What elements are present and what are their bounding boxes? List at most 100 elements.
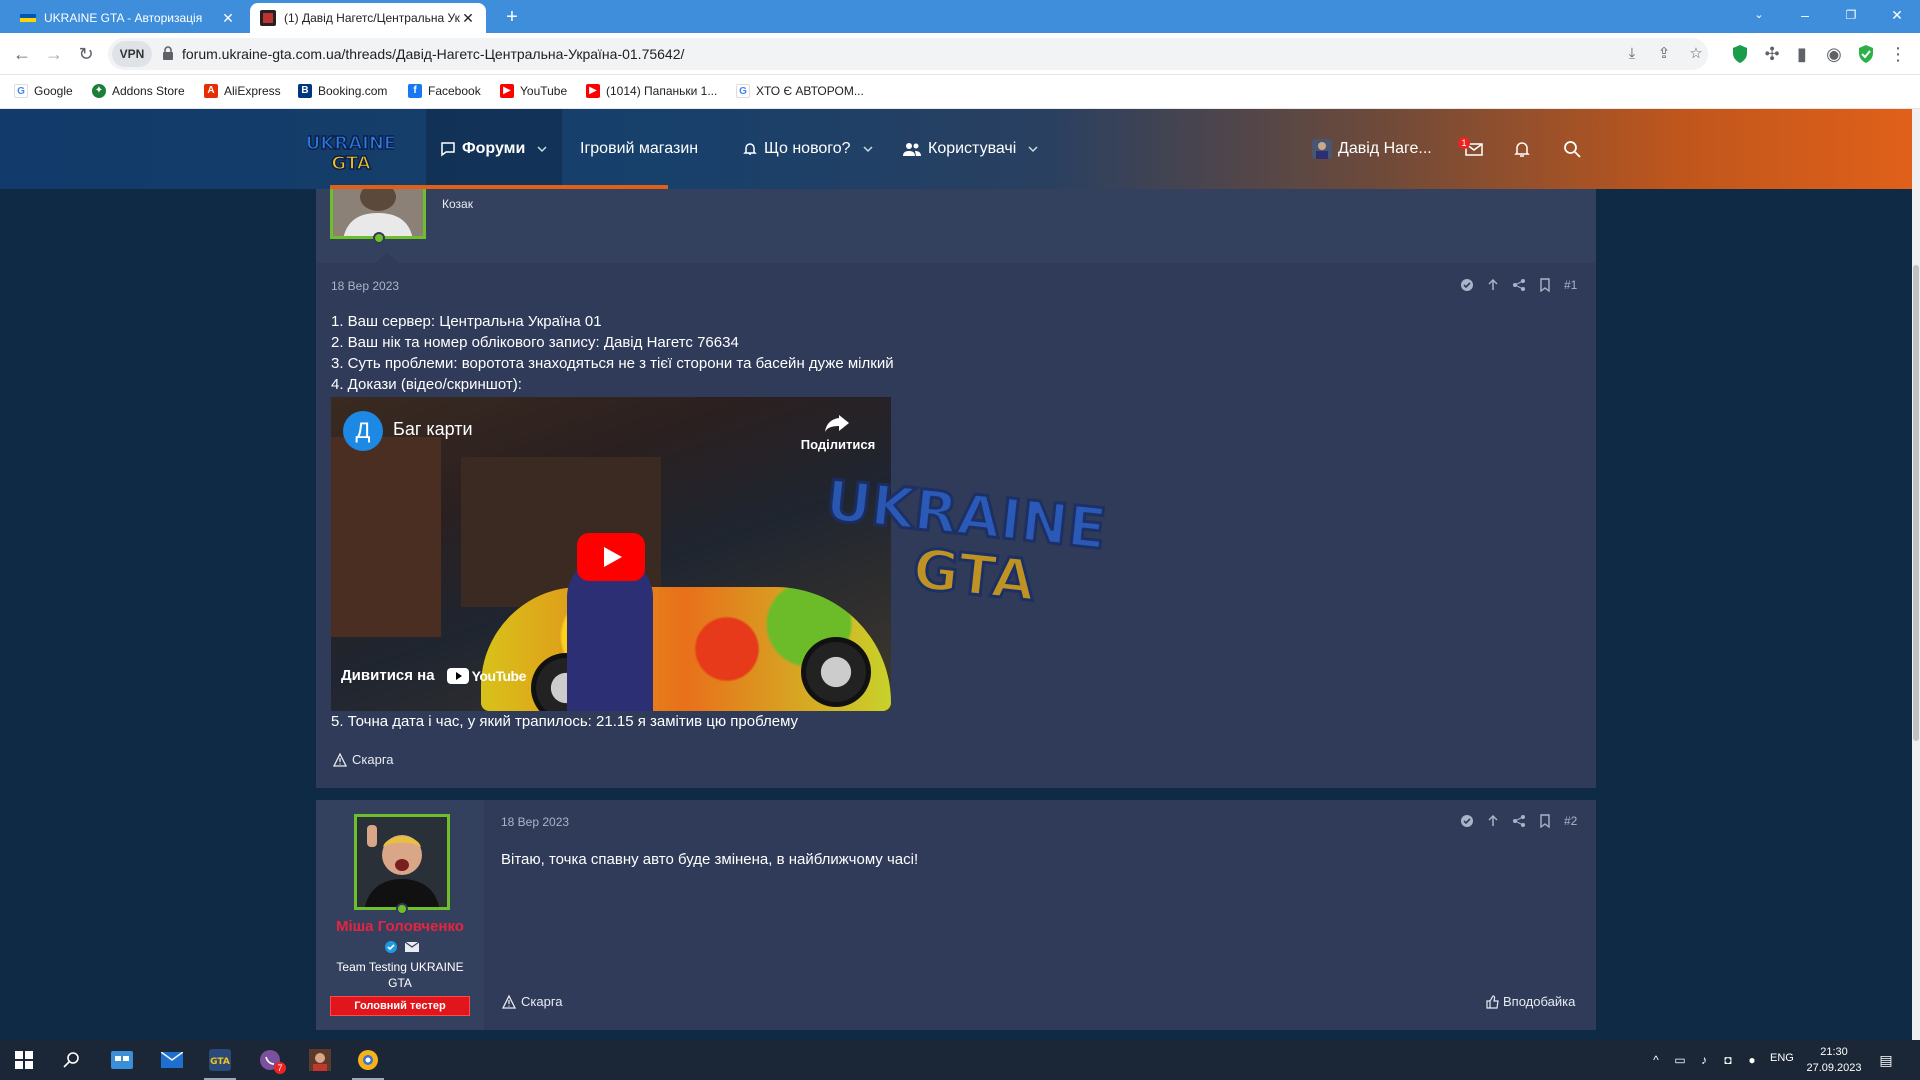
nav-game-store[interactable]: Ігровий магазин [580,109,698,189]
url-text[interactable]: forum.ukraine-gta.com.ua/threads/Давід-Н… [182,46,684,62]
close-tab-icon[interactable]: ✕ [460,10,476,27]
post1-date[interactable]: 18 Вер 2023 [331,279,399,293]
share-icon[interactable]: ⇪ [1654,44,1674,64]
minimize-icon[interactable]: – [1782,0,1828,30]
close-window-icon[interactable]: ✕ [1874,0,1920,30]
reload-icon[interactable]: ↻ [74,42,98,66]
envelope-icon[interactable] [404,940,420,954]
security-check-icon[interactable] [1854,42,1878,66]
bookmark-aliexpress[interactable]: A AliExpress [204,84,281,98]
input-language[interactable]: ENG [1770,1052,1794,1064]
address-bar[interactable]: VPN forum.ukraine-gta.com.ua/threads/Дав… [108,38,1708,70]
account-menu[interactable]: Давід Наге... [1312,109,1432,189]
bookmark-youtube[interactable]: ▶ YouTube [500,84,567,98]
nav-forums[interactable]: Форуми [426,109,562,189]
post2-like-button[interactable]: Вподобайка [1486,994,1575,1009]
close-tab-icon[interactable]: ✕ [220,10,236,27]
share-icon[interactable] [1512,814,1526,828]
youtube-logo: YouTube [446,667,526,684]
taskbar-browser-app[interactable] [344,1040,392,1080]
post2-number-link[interactable]: #2 [1564,814,1577,828]
side-panel-icon[interactable]: ▮ [1790,42,1814,66]
share-icon[interactable] [1512,278,1526,292]
bookmark-google[interactable]: G Google [14,84,73,98]
facebook-icon: f [408,84,422,98]
profile-icon[interactable]: ◉ [1822,42,1846,66]
post1-report-link[interactable]: Скарга [333,752,394,767]
start-button[interactable] [0,1040,48,1080]
channel-avatar[interactable]: Д [343,411,383,451]
page-scrollbar[interactable] [1912,109,1920,1040]
windows-taskbar: GTA 7 ^ ▭ ♪ ◘ ● ENG 21:30 27.09.2023 ▤ [0,1040,1920,1080]
youtube-embed[interactable]: Д Баг карти Поділитися Дивитися на YouTu… [331,397,891,711]
browser-icon [358,1050,378,1070]
play-button-icon[interactable] [577,533,645,581]
bookmark-youtube-2[interactable]: ▶ (1014) Папаньки 1... [586,84,717,98]
bookmark-star-icon[interactable]: ☆ [1686,44,1706,64]
forward-icon[interactable]: → [42,42,66,66]
tab-ukraine-gta-login[interactable]: UKRAINE GTA - Авторизація ✕ [10,3,246,33]
new-tab-button[interactable]: + [498,4,526,30]
svg-text:GTA: GTA [910,537,1039,608]
tray-overflow-icon[interactable]: ^ [1646,1050,1666,1070]
microphone-icon[interactable]: ● [1742,1050,1762,1070]
watch-on-youtube[interactable]: Дивитися на YouTube [341,667,526,684]
arrow-up-icon[interactable] [1486,814,1500,828]
taskbar-mail-app[interactable] [148,1040,196,1080]
post2-report-link[interactable]: Скарга [502,994,563,1009]
post2-username[interactable]: Міша Головченко [316,918,484,935]
network-icon[interactable]: ▭ [1670,1050,1690,1070]
youtube-icon: ▶ [500,84,514,98]
lock-icon[interactable] [162,46,174,60]
restore-icon[interactable]: ❐ [1828,0,1874,30]
video-share-button[interactable]: Поділитися [793,411,883,459]
search-icon[interactable] [1562,139,1582,159]
tab-thread[interactable]: (1) Давід Нагетс/Центральна Ук ✕ [250,3,486,33]
chevron-down-icon[interactable] [863,144,873,154]
bookmark-icon[interactable] [1538,278,1552,292]
bookmark-google-2[interactable]: G ХТО Є АВТОРОМ... [736,84,864,98]
scrollbar-thumb[interactable] [1913,265,1919,741]
camera-icon[interactable]: ◘ [1718,1050,1738,1070]
notifications-icon[interactable]: ▤ [1876,1050,1896,1070]
ukraine-gta-logo[interactable]: UKRAINE GTA [308,129,394,173]
taskbar-store-app[interactable] [98,1040,146,1080]
back-icon[interactable]: ← [10,42,34,66]
alerts-bell-icon[interactable] [1512,139,1532,159]
ukraine-gta-watermark: UKRAINE GTA [822,474,1106,608]
taskbar-clock[interactable]: 21:30 27.09.2023 [1800,1044,1868,1076]
browser-toolbar: ← → ↻ VPN forum.ukraine-gta.com.ua/threa… [0,33,1920,75]
taskbar-game-app[interactable] [296,1040,344,1080]
bookmark-booking[interactable]: B Booking.com [298,84,387,98]
install-app-icon[interactable]: ⤓ [1622,44,1642,64]
check-circle-icon[interactable] [1460,814,1474,828]
extensions-icon[interactable]: ✣ [1760,42,1784,66]
chevron-down-icon[interactable] [537,144,547,154]
nav-users[interactable]: Користувачі [902,109,1038,189]
post2-date[interactable]: 18 Вер 2023 [501,815,569,829]
volume-icon[interactable]: ♪ [1694,1050,1714,1070]
bookmark-facebook[interactable]: f Facebook [408,84,481,98]
arrow-up-icon[interactable] [1486,278,1500,292]
browser-menu-icon[interactable]: ⋮ [1886,42,1910,66]
aliexpress-icon: A [204,84,218,98]
vpn-button[interactable]: VPN [112,41,152,67]
bookmark-addons-store[interactable]: ✦ Addons Store [92,84,185,98]
taskbar-viber-app[interactable]: 7 [246,1040,294,1080]
taskbar-chrome-app[interactable]: GTA [196,1040,244,1080]
bookmark-icon[interactable] [1538,814,1552,828]
post2-avatar[interactable] [354,814,450,910]
post1-number-link[interactable]: #1 [1564,278,1577,292]
thread-favicon-icon [260,10,276,26]
video-title[interactable]: Баг карти [393,419,473,440]
video-scene-wheel [801,637,871,707]
check-circle-icon[interactable] [1460,278,1474,292]
inbox-badge: 1 [1458,137,1470,149]
nav-whats-new[interactable]: Що нового? [742,109,873,189]
tab-search-icon[interactable]: ⌄ [1736,0,1782,30]
taskbar-search-button[interactable] [48,1040,96,1080]
post1-online-indicator [373,232,385,244]
post2-online-indicator [396,903,408,915]
chevron-down-icon[interactable] [1028,144,1038,154]
adblock-shield-icon[interactable] [1728,42,1752,66]
